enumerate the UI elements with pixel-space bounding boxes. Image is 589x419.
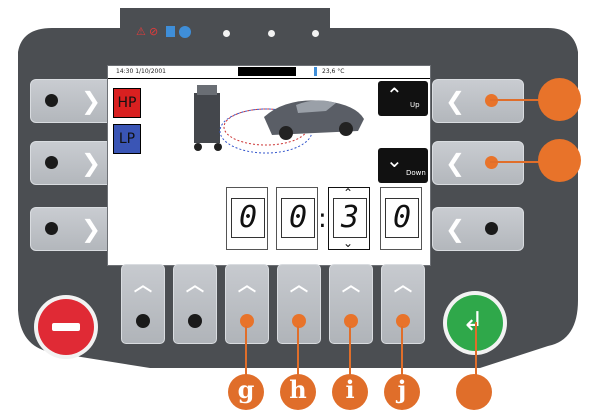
thermometer-icon [314, 67, 317, 76]
enter-icon: ↲ [462, 307, 484, 337]
chevron-down-icon: ⌄ [343, 236, 354, 250]
button-dot [188, 314, 202, 328]
digit-value: 0 [281, 198, 315, 238]
callout-line-up [490, 99, 540, 101]
hp-indicator: HP [113, 88, 141, 118]
lp-indicator: LP [113, 124, 141, 154]
callout-enter [456, 374, 492, 410]
timer-digit-2: 0 [276, 187, 318, 250]
status-bar: 14:30 1/10/2001 23,6 °C [108, 66, 430, 79]
timer-digit-3: ⌃ 3 ⌄ [328, 186, 370, 250]
callout-lead-j [401, 326, 403, 376]
chevron-left-icon: ❮ [445, 149, 466, 177]
callout-up [538, 78, 581, 121]
button-dot [292, 314, 306, 328]
callout-j: j [384, 374, 420, 410]
right-button-3[interactable]: ❮ [432, 207, 524, 251]
led-3 [312, 30, 319, 37]
bottom-button-g[interactable]: ︿ [225, 264, 269, 344]
refrigerant-icon [166, 26, 175, 37]
chevron-right-icon: ❯ [81, 215, 102, 243]
button-dot [485, 222, 498, 235]
minus-icon [52, 323, 80, 331]
chevron-right-icon: ❯ [81, 149, 102, 177]
bottom-button-2[interactable]: ︿ [173, 264, 217, 344]
timer-digit-1: 0 [226, 187, 268, 250]
callout-line-down [490, 161, 540, 163]
chevron-up-icon: ︿ [394, 275, 412, 296]
chevron-up-icon: ︿ [186, 275, 204, 296]
chevron-left-icon: ❮ [445, 87, 466, 115]
bottom-button-h[interactable]: ︿ [277, 264, 321, 344]
button-dot [45, 156, 58, 169]
chevron-up-icon: ︿ [342, 275, 360, 296]
bottom-button-i[interactable]: ︿ [329, 264, 373, 344]
callout-g: g [228, 374, 264, 410]
stop-button[interactable] [34, 295, 98, 359]
chevron-left-icon: ❮ [445, 215, 466, 243]
button-dot [344, 314, 358, 328]
right-button-up[interactable]: ❮ [432, 79, 524, 123]
down-label: Down [406, 169, 426, 177]
chevron-up-icon: ⌃ [386, 83, 403, 107]
button-dot [45, 94, 58, 107]
temperature-readout: 23,6 °C [322, 68, 345, 75]
digit-value: 3 [333, 198, 367, 238]
button-dot [45, 222, 58, 235]
button-dot [240, 314, 254, 328]
led-1 [223, 30, 230, 37]
station-car-illustration [194, 85, 364, 154]
chevron-up-icon: ︿ [134, 275, 152, 296]
digit-value: 0 [231, 198, 265, 238]
timer-digit-4: 0 [380, 187, 422, 250]
indicator-strip: ⚠ ⊘ [136, 24, 336, 40]
up-label: Up [410, 101, 420, 109]
chevron-down-icon: ⌄ [386, 148, 403, 172]
digit-value: 0 [385, 198, 419, 238]
no-entry-icon: ⊘ [149, 25, 159, 38]
callout-lead-h [297, 326, 299, 376]
timer-separator: : [318, 204, 327, 234]
datetime-readout: 14:30 1/10/2001 [116, 68, 166, 75]
callout-down [538, 139, 581, 182]
mode-indicator [238, 67, 296, 76]
callout-h: h [280, 374, 316, 410]
callout-lead-g [245, 326, 247, 376]
right-button-down[interactable]: ❮ [432, 141, 524, 185]
callout-lead-enter [475, 322, 477, 376]
chevron-up-icon: ︿ [290, 275, 308, 296]
bottom-button-1[interactable]: ︿ [121, 264, 165, 344]
chevron-right-icon: ❯ [81, 87, 102, 115]
warning-icon: ⚠ [136, 25, 146, 38]
button-dot [136, 314, 150, 328]
button-dot [396, 314, 410, 328]
led-2 [268, 30, 275, 37]
stop-button-face [38, 299, 94, 355]
callout-lead-i [349, 326, 351, 376]
callout-i: i [332, 374, 368, 410]
bottom-button-j[interactable]: ︿ [381, 264, 425, 344]
service-icon [179, 26, 191, 38]
chevron-up-icon: ︿ [238, 275, 256, 296]
down-key[interactable]: ⌄ Down [378, 148, 428, 183]
up-key[interactable]: ⌃ Up [378, 81, 428, 116]
